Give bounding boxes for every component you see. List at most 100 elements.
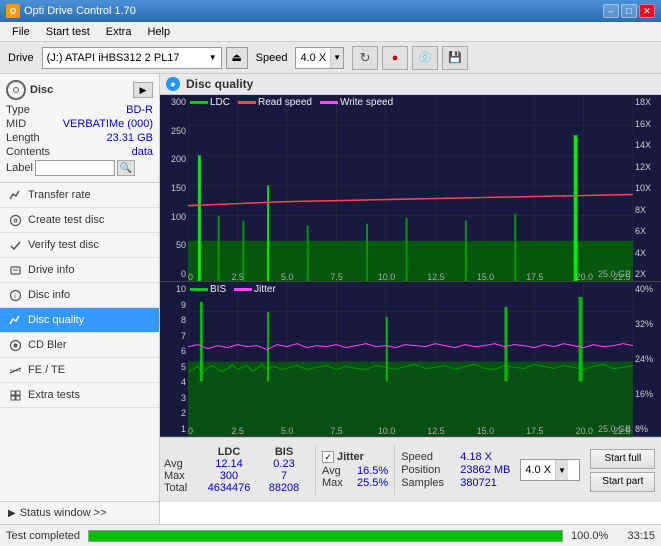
disc-label-input[interactable] xyxy=(35,160,115,176)
legend-jitter-color xyxy=(234,288,252,291)
y-b-8: 8 xyxy=(181,315,186,325)
start-full-button[interactable]: Start full xyxy=(590,449,655,469)
jitter-header: ✓ Jitter xyxy=(322,451,388,463)
svg-text:7.5: 7.5 xyxy=(330,426,342,436)
menu-start-test[interactable]: Start test xyxy=(38,24,98,40)
y-b-7: 7 xyxy=(181,331,186,341)
sidebar-item-verify-test-disc[interactable]: Verify test disc xyxy=(0,233,159,258)
x-axis-label-bottom: 25.0 GB xyxy=(598,424,631,434)
stats-speed-select[interactable]: 4.0 X ▼ xyxy=(520,459,580,481)
position-stat-val: 23862 MB xyxy=(460,464,510,476)
speed-dropdown-arrow[interactable]: ▼ xyxy=(330,48,343,68)
action-buttons: Start full Start part xyxy=(590,449,655,492)
sidebar-menu: Transfer rate Create test disc Verify te… xyxy=(0,183,159,501)
drive-select[interactable]: (J:) ATAPI iHBS312 2 PL17 ▼ xyxy=(42,47,222,69)
stats-speed-dropdown-arrow[interactable]: ▼ xyxy=(555,460,568,480)
svg-text:10.0: 10.0 xyxy=(378,426,395,436)
sidebar-item-label-disc-quality: Disc quality xyxy=(28,314,84,326)
y-b-4: 4 xyxy=(181,377,186,387)
menu-extra[interactable]: Extra xyxy=(98,24,140,40)
svg-text:20.0: 20.0 xyxy=(576,426,593,436)
jitter-max-label: Max xyxy=(322,477,357,489)
stats-row: LDC BIS Avg 12.14 0.23 Max 300 7 Total xyxy=(160,437,661,502)
sidebar-item-transfer-rate[interactable]: Transfer rate xyxy=(0,183,159,208)
sidebar-item-disc-quality[interactable]: Disc quality xyxy=(0,308,159,333)
y-r-label-14x: 14X xyxy=(635,140,651,150)
y-r-b-24: 24% xyxy=(635,354,653,364)
sidebar-item-extra-tests[interactable]: Extra tests xyxy=(0,383,159,408)
sidebar-item-cd-bler[interactable]: CD Bler xyxy=(0,333,159,358)
save-button[interactable]: 💾 xyxy=(442,46,468,70)
sidebar-item-label-create-test-disc: Create test disc xyxy=(28,214,104,226)
disc-section-label: Disc xyxy=(30,84,53,96)
y-r-b-8: 8% xyxy=(635,424,648,434)
y-axis-right-bottom: 40% 32% 24% 16% 8% xyxy=(633,282,661,436)
svg-text:5.0: 5.0 xyxy=(281,426,293,436)
content-title: Disc quality xyxy=(186,77,253,91)
drive-dropdown-arrow: ▼ xyxy=(209,53,217,62)
extra-tests-icon xyxy=(8,388,22,402)
jitter-avg-val: 16.5% xyxy=(357,465,388,477)
y-b-6: 6 xyxy=(181,346,186,356)
samples-stat-val: 380721 xyxy=(460,477,497,489)
y-r-label-6x: 6X xyxy=(635,226,646,236)
maximize-button[interactable]: □ xyxy=(621,4,637,18)
disc-arrow-button[interactable]: ▶ xyxy=(133,82,153,98)
status-percent: 100.0% xyxy=(571,530,611,542)
y-r-label-18x: 18X xyxy=(635,97,651,107)
speed-select[interactable]: 4.0 X ▼ xyxy=(295,47,344,69)
bottom-chart-svg: 0 2.5 5.0 7.5 10.0 12.5 15.0 17.5 20.0 2… xyxy=(188,282,633,436)
y-r-b-16: 16% xyxy=(635,389,653,399)
sidebar-item-create-test-disc[interactable]: Create test disc xyxy=(0,208,159,233)
refresh-icon: ↻ xyxy=(360,50,371,66)
y-axis-right: 18X 16X 14X 12X 10X 8X 6X 4X 2X xyxy=(633,95,661,281)
y-r-b-32: 32% xyxy=(635,319,653,329)
sidebar-item-drive-info[interactable]: Drive info xyxy=(0,258,159,283)
sidebar-item-fe-te[interactable]: FE / TE xyxy=(0,358,159,383)
disc-length-value: 23.31 GB xyxy=(107,132,153,144)
stats-total-bis: 88208 xyxy=(259,482,309,494)
settings-button[interactable]: ● xyxy=(382,46,408,70)
sidebar-item-label-fe-te: FE / TE xyxy=(28,364,65,376)
svg-text:12.5: 12.5 xyxy=(427,272,444,281)
minimize-button[interactable]: – xyxy=(603,4,619,18)
jitter-avg-label: Avg xyxy=(322,465,357,477)
speed-label: Speed xyxy=(252,52,292,64)
eject-button[interactable]: ⏏ xyxy=(226,47,248,69)
disc-icon: 💿 xyxy=(418,51,432,64)
disc-cd-inner xyxy=(13,87,19,93)
disc-contents-row: Contents data xyxy=(6,146,153,158)
disc-length-label: Length xyxy=(6,132,40,144)
jitter-checkbox[interactable]: ✓ xyxy=(322,451,334,463)
speed-position-stats: Speed 4.18 X Position 23862 MB Samples 3… xyxy=(401,451,510,489)
menu-help[interactable]: Help xyxy=(139,24,178,40)
status-window-label: Status window >> xyxy=(20,507,107,519)
status-window-icon: ▶ xyxy=(8,508,16,519)
status-window-button[interactable]: ▶ Status window >> xyxy=(0,502,159,524)
stats-avg-ldc: 12.14 xyxy=(199,458,259,470)
bottom-status-bar: Test completed 100.0% 33:15 xyxy=(0,524,661,546)
y-b-5: 5 xyxy=(181,362,186,372)
svg-text:5.0: 5.0 xyxy=(281,272,293,281)
y-b-9: 9 xyxy=(181,300,186,310)
disc-contents-value: data xyxy=(132,146,153,158)
close-button[interactable]: ✕ xyxy=(639,4,655,18)
sidebar-item-disc-info[interactable]: i Disc info xyxy=(0,283,159,308)
start-part-button[interactable]: Start part xyxy=(590,472,655,492)
sidebar-item-label-drive-info: Drive info xyxy=(28,264,74,276)
stats-max-bis: 7 xyxy=(259,470,309,482)
sidebar: Disc ▶ Type BD-R MID VERBATIMe (000) Len… xyxy=(0,74,160,524)
speed-stat-row: Speed 4.18 X xyxy=(401,451,510,463)
samples-stat-row: Samples 380721 xyxy=(401,477,510,489)
app-title: Opti Drive Control 1.70 xyxy=(24,5,136,17)
settings-icon: ● xyxy=(392,52,399,64)
menu-file[interactable]: File xyxy=(4,24,38,40)
divider-2 xyxy=(394,445,395,495)
content-header-icon: ● xyxy=(166,77,180,91)
svg-text:10.0: 10.0 xyxy=(378,272,395,281)
disc-label-icon-button[interactable]: 🔍 xyxy=(117,160,135,176)
refresh-button[interactable]: ↻ xyxy=(352,46,378,70)
stats-total-label: Total xyxy=(164,482,199,494)
y-label-300: 300 xyxy=(171,97,186,107)
disc-button[interactable]: 💿 xyxy=(412,46,438,70)
